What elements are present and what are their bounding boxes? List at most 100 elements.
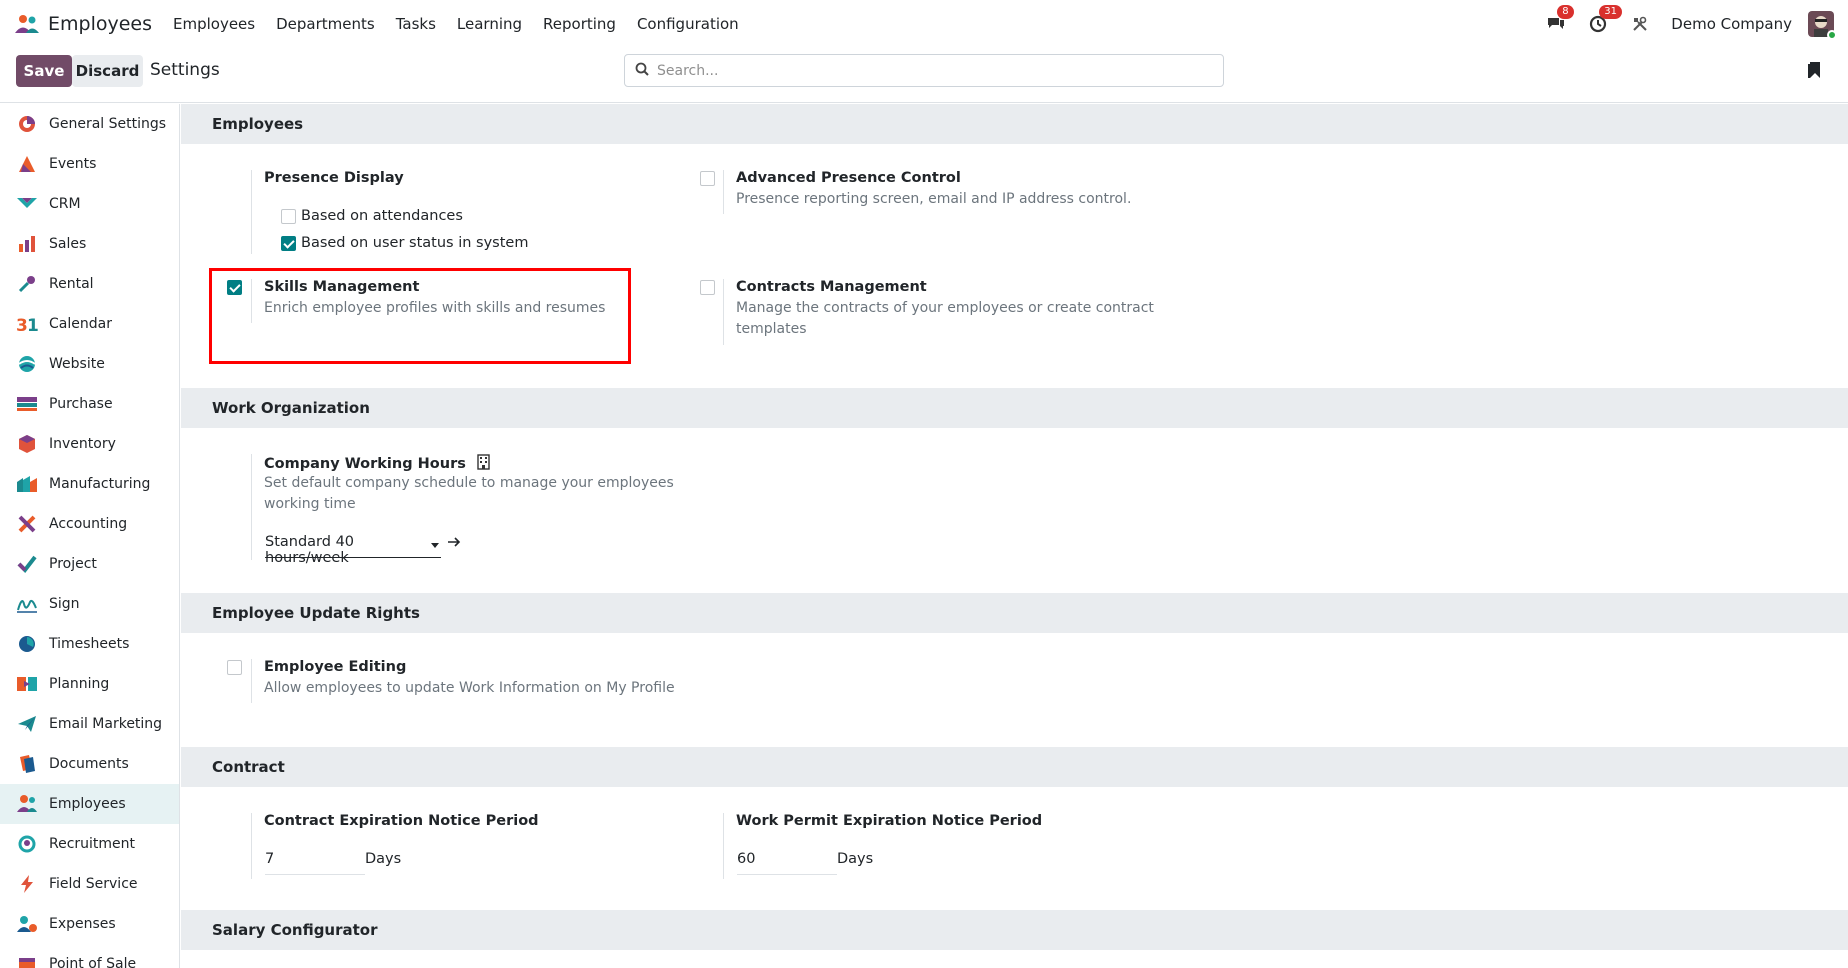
sidebar-item-planning[interactable]: Planning [0,664,179,704]
sidebar-item-sign[interactable]: Sign [0,584,179,624]
bookmark-icon[interactable] [1808,61,1822,79]
tools-icon[interactable] [1629,13,1651,35]
sidebar-item-rental[interactable]: Rental [0,264,179,304]
advanced-presence-desc: Presence reporting screen, email and IP … [736,191,1132,207]
search-input[interactable] [657,62,1197,79]
setting-divider [723,170,724,214]
sidebar-item-label: Calendar [49,316,112,332]
working-hours-title: Company Working Hours [264,454,490,474]
contract-expiration-title: Contract Expiration Notice Period [264,813,539,829]
discard-button[interactable]: Discard [72,55,143,87]
sales-icon [16,233,38,255]
sidebar-item-employees[interactable]: Employees [0,784,179,824]
search-box[interactable] [624,54,1224,87]
sidebar-item-calendar[interactable]: 3 1 Calendar [0,304,179,344]
sidebar-item-label: Point of Sale [49,956,137,968]
crm-icon [16,193,38,215]
menu-departments[interactable]: Departments [276,15,375,33]
brand[interactable]: Employees [14,13,173,35]
sidebar-item-purchase[interactable]: Purchase [0,384,179,424]
timesheets-icon [16,633,38,655]
setting-divider [251,813,252,879]
user-avatar[interactable] [1808,10,1837,40]
working-hours-select[interactable]: Standard 40 hours/week [265,534,441,566]
menu-employees[interactable]: Employees [173,15,255,33]
based-on-user-status-label[interactable]: Based on user status in system [301,235,528,251]
working-hours-desc-2: working time [264,496,356,512]
advanced-presence-checkbox[interactable] [700,171,715,186]
sidebar-item-general-settings[interactable]: General Settings [0,104,179,144]
employee-editing-desc: Allow employees to update Work Informati… [264,680,675,696]
sidebar-item-recruitment[interactable]: Recruitment [0,824,179,864]
menu-configuration[interactable]: Configuration [637,15,739,33]
sidebar-item-label: Sign [49,596,80,612]
presence-display-title: Presence Display [264,170,404,186]
sidebar-item-events[interactable]: Events [0,144,179,184]
sidebar-item-label: Expenses [49,916,116,932]
messages-icon[interactable]: 8 [1545,4,1574,35]
setting-divider [723,813,724,879]
contracts-management-desc-2: templates [736,321,807,337]
control-panel: Save Discard Settings [0,47,1848,103]
working-hours-title-text: Company Working Hours [264,456,466,472]
activities-clock-icon[interactable]: 31 [1587,4,1623,35]
company-switcher[interactable]: Demo Company [1671,15,1792,33]
sidebar-item-email-marketing[interactable]: Email Marketing [0,704,179,744]
menu-reporting[interactable]: Reporting [543,15,616,33]
sidebar-item-sales[interactable]: Sales [0,224,179,264]
working-hours-value: Standard 40 hours/week [265,534,355,566]
section-contract-header: Contract [181,747,1848,787]
sidebar-item-timesheets[interactable]: Timesheets [0,624,179,664]
general-settings-icon [16,113,38,135]
settings-sidebar: General Settings Events CRM Sales Rental 3 1 Ca… [0,104,180,968]
setting-employee-editing: Employee Editing Allow employees to upda… [251,659,701,703]
sidebar-item-website[interactable]: Website [0,344,179,384]
events-icon [16,153,38,175]
employee-editing-checkbox[interactable] [227,660,242,675]
search-icon [635,62,649,80]
messages-badge: 8 [1557,4,1574,19]
sidebar-item-crm[interactable]: CRM [0,184,179,224]
sign-icon [16,593,38,615]
app-title: Employees [48,12,152,35]
contracts-management-desc-1: Manage the contracts of your employees o… [736,300,1154,316]
section-work-organization-header: Work Organization [181,388,1848,428]
based-on-attendances-label[interactable]: Based on attendances [301,208,463,224]
sidebar-item-accounting[interactable]: Accounting [0,504,179,544]
sidebar-item-label: Accounting [49,516,128,532]
open-record-arrow-icon[interactable] [447,535,461,553]
sidebar-item-documents[interactable]: Documents [0,744,179,784]
sidebar-item-project[interactable]: Project [0,544,179,584]
menu-learning[interactable]: Learning [457,15,522,33]
save-button[interactable]: Save [16,55,72,87]
highlight-box [209,268,631,364]
inventory-icon [16,433,38,455]
sidebar-item-label: Documents [49,756,129,772]
calendar-icon: 31 [16,313,38,335]
recruitment-icon [16,833,38,855]
rental-icon [16,273,38,295]
setting-contracts-management: Contracts Management Manage the contract… [723,279,1223,345]
planning-icon [16,673,38,695]
sidebar-item-label: Project [49,556,97,572]
accounting-icon [16,513,38,535]
sidebar-item-inventory[interactable]: Inventory [0,424,179,464]
contract-expiration-input[interactable]: 7 [265,851,365,875]
employees-app-icon [14,13,40,35]
contracts-management-checkbox[interactable] [700,280,715,295]
sidebar-item-manufacturing[interactable]: Manufacturing [0,464,179,504]
work-permit-expiration-input[interactable]: 60 [737,851,837,875]
based-on-attendances-checkbox[interactable] [281,209,296,224]
menu-tasks[interactable]: Tasks [396,15,436,33]
setting-advanced-presence: Advanced Presence Control Presence repor… [723,170,1223,214]
sidebar-item-expenses[interactable]: Expenses [0,904,179,944]
sidebar-item-field-service[interactable]: Field Service [0,864,179,904]
based-on-user-status-checkbox[interactable] [281,236,296,251]
sidebar-item-label: General Settings [49,116,167,132]
sidebar-item-point-of-sale[interactable]: Point of Sale [0,944,179,968]
sidebar-item-label: CRM [49,196,81,212]
section-update-rights-header: Employee Update Rights [181,593,1848,633]
sidebar-item-label: Employees [49,796,126,812]
sidebar-item-label: Rental [49,276,94,292]
svg-text:1: 1 [27,316,38,334]
